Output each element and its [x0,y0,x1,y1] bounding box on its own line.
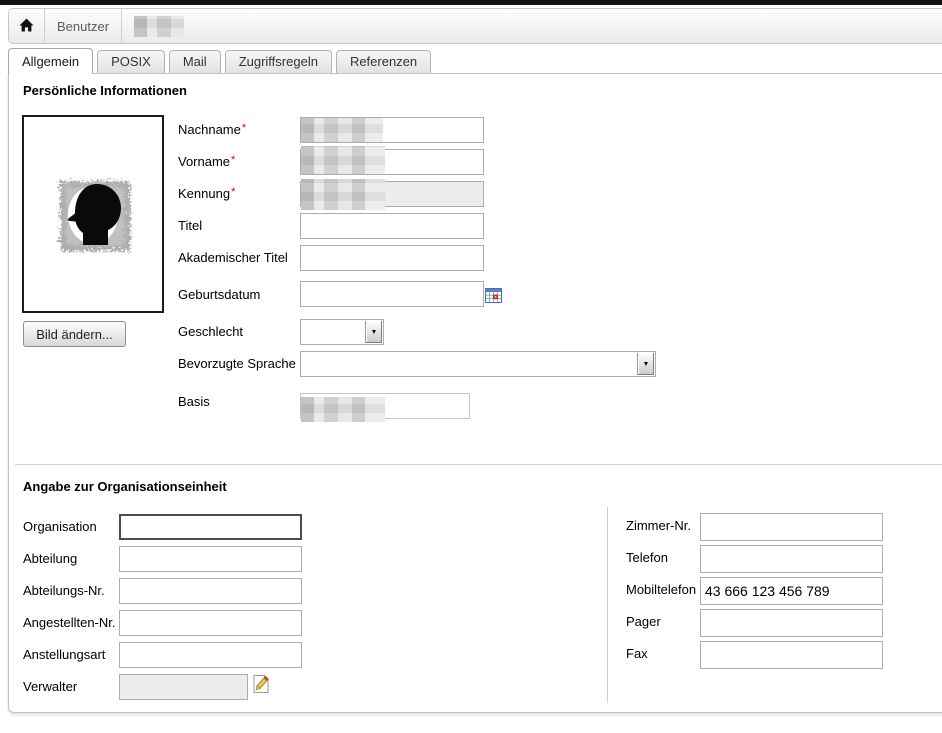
redacted-basis-value [301,397,385,422]
akademischer-titel-input[interactable] [300,245,484,271]
label-abteilung: Abteilung [23,551,77,566]
label-angestellten-nr: Angestellten-Nr. [23,615,116,630]
required-marker: * [231,186,235,198]
required-marker: * [231,154,235,166]
abteilungs-nr-input[interactable] [119,578,302,604]
redacted-nachname-value [301,118,383,142]
angestellten-nr-input[interactable] [119,610,302,636]
section-divider [15,464,942,465]
verwalter-input [119,674,248,700]
breadcrumb: Benutzer [8,8,942,44]
abteilung-input[interactable] [119,546,302,572]
label-geschlecht: Geschlecht [178,324,243,339]
section-title-personal: Persönliche Informationen [23,83,187,98]
label-basis: Basis [178,394,210,409]
redacted-user-name [134,16,184,37]
user-photo [22,115,164,313]
label-geburtsdatum: Geburtsdatum [178,287,260,302]
organisation-input[interactable] [119,514,302,540]
pager-input[interactable] [700,609,883,637]
label-organisation: Organisation [23,519,97,534]
chevron-down-icon[interactable]: ▼ [365,321,382,343]
geburtsdatum-input[interactable] [300,281,484,307]
label-akademischer-titel: Akademischer Titel [178,250,288,265]
required-marker: * [242,122,246,134]
bevorzugte-sprache-select[interactable]: ▼ [300,351,656,377]
tab-referenzen[interactable]: Referenzen [336,50,431,73]
label-vorname: Vorname* [178,154,235,169]
tab-zugriffsregeln[interactable]: Zugriffsregeln [225,50,332,73]
section-title-organization: Angabe zur Organisationseinheit [23,479,227,494]
label-kennung: Kennung* [178,186,235,201]
calendar-icon[interactable] [485,288,502,303]
label-mobiltelefon: Mobiltelefon [626,582,696,597]
label-bevorzugte-sprache: Bevorzugte Sprache [178,356,296,371]
label-fax: Fax [626,646,648,661]
tab-bar: Allgemein POSIX Mail Zugriffsregeln Refe… [8,48,435,74]
column-divider [607,507,608,703]
chevron-down-icon[interactable]: ▼ [637,353,654,375]
mobiltelefon-input[interactable] [700,577,883,605]
tab-posix[interactable]: POSIX [97,50,165,73]
default-silhouette-image [47,168,139,260]
zimmer-nr-input[interactable] [700,513,883,541]
redacted-kennung-value [301,179,385,210]
label-abteilungs-nr: Abteilungs-Nr. [23,583,105,598]
breadcrumb-home[interactable] [9,9,45,43]
redacted-vorname-value [301,146,385,174]
change-photo-button[interactable]: Bild ändern... [23,321,126,347]
tab-mail[interactable]: Mail [169,50,221,73]
label-pager: Pager [626,614,661,629]
breadcrumb-label: Benutzer [57,19,109,34]
titel-input[interactable] [300,213,484,239]
breadcrumb-item-user [122,9,196,43]
fax-input[interactable] [700,641,883,669]
label-zimmer-nr: Zimmer-Nr. [626,518,691,533]
top-black-bar [0,0,942,5]
breadcrumb-item-benutzer[interactable]: Benutzer [45,9,122,43]
tab-allgemein[interactable]: Allgemein [8,48,93,74]
telefon-input[interactable] [700,545,883,573]
label-telefon: Telefon [626,550,668,565]
anstellungsart-input[interactable] [119,642,302,668]
geschlecht-select[interactable]: ▼ [300,319,384,345]
home-icon [18,17,35,36]
label-nachname: Nachname* [178,122,246,137]
pencil-icon[interactable] [252,674,270,694]
label-verwalter: Verwalter [23,679,77,694]
label-anstellungsart: Anstellungsart [23,647,105,662]
label-titel: Titel [178,218,202,233]
